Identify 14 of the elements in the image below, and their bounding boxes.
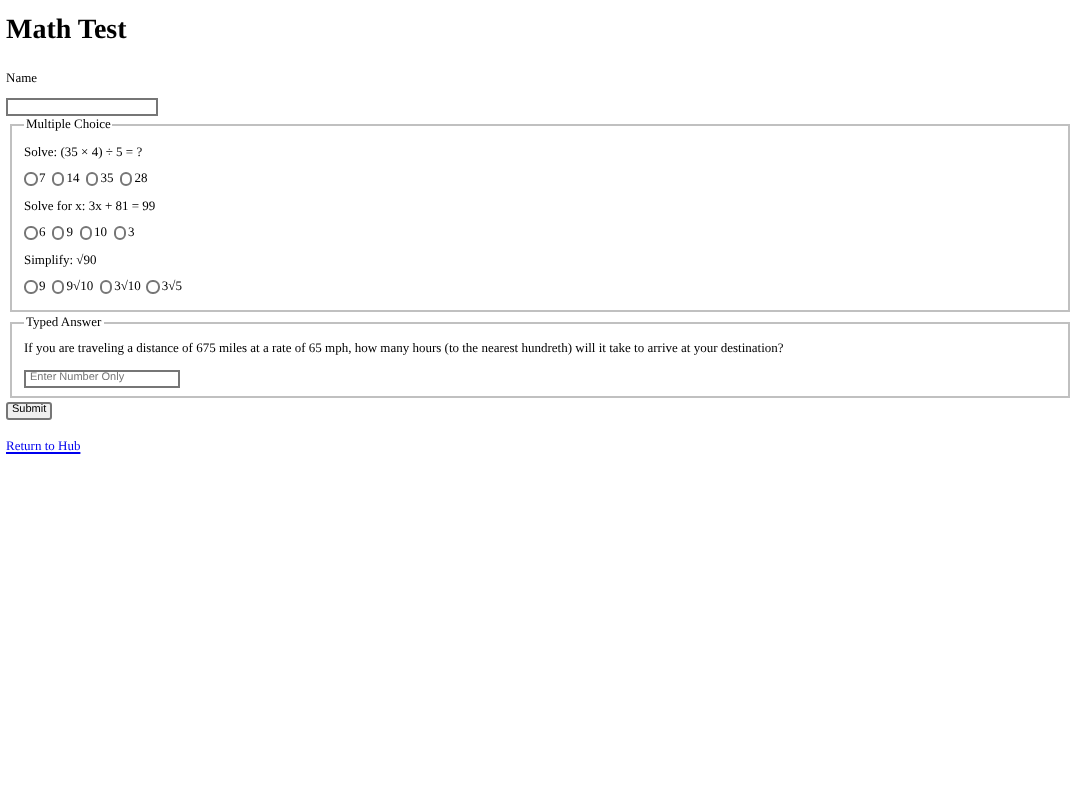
radio-button[interactable] <box>51 280 65 294</box>
radio-button[interactable] <box>85 172 99 186</box>
radio-button[interactable] <box>24 172 37 186</box>
radio-button[interactable] <box>146 280 160 294</box>
radio-button[interactable] <box>51 226 65 240</box>
name-field[interactable] <box>6 98 158 116</box>
radio-button[interactable] <box>24 226 37 240</box>
radio-button[interactable] <box>24 280 37 294</box>
radio-button[interactable] <box>99 280 113 294</box>
radio-button[interactable] <box>51 172 65 186</box>
page-title: Math Test <box>6 16 129 48</box>
radio-button[interactable] <box>79 226 92 240</box>
radio-button[interactable] <box>113 226 126 240</box>
radio-button[interactable] <box>119 172 133 186</box>
